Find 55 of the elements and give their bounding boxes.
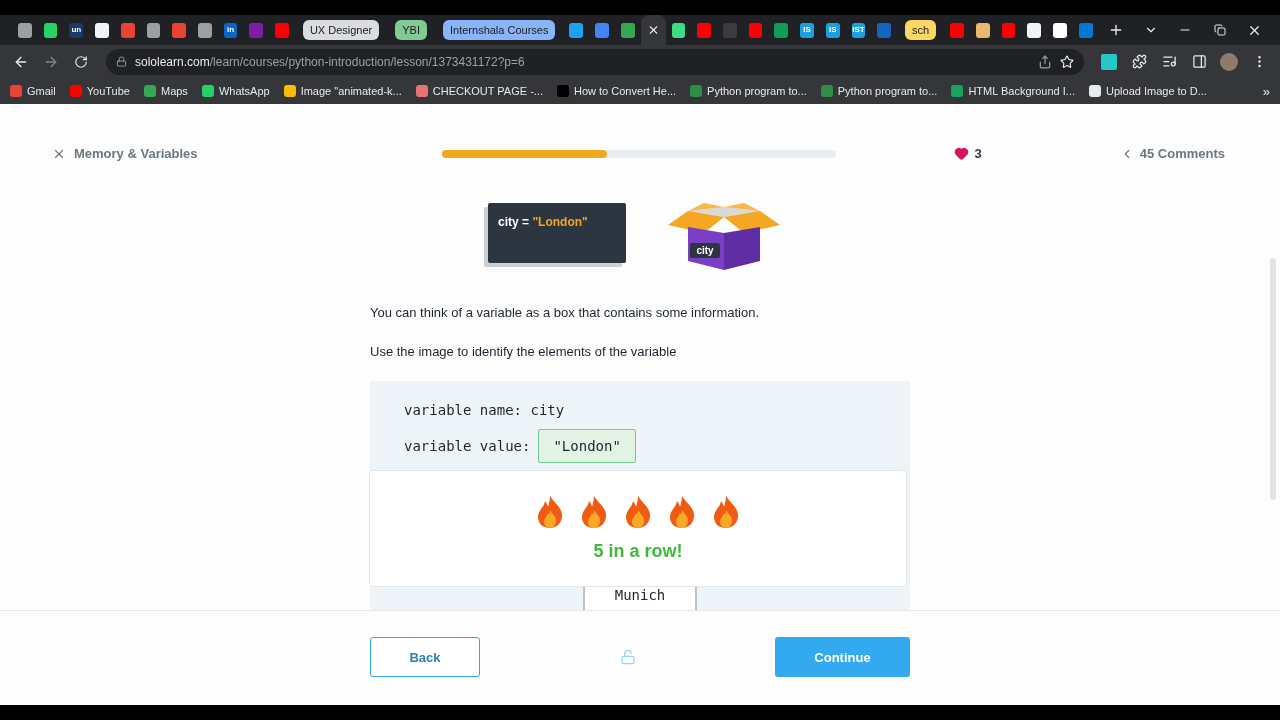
url-text: sololearn.com/learn/courses/python-introduction/lesson/1373431172?p=6 — [135, 54, 526, 69]
bookmark-star-icon[interactable] — [1060, 54, 1074, 69]
flame-icon — [580, 495, 608, 529]
tab-group-chip[interactable]: YBI — [395, 20, 427, 40]
favicon-icon: IS — [800, 22, 814, 38]
reload-icon[interactable] — [74, 54, 88, 69]
scrollbar-thumb[interactable] — [1270, 258, 1276, 500]
answer-chip[interactable]: "London" — [538, 429, 636, 463]
bookmark-item[interactable]: Maps — [143, 85, 188, 97]
lesson-title: Memory & Variables — [74, 146, 198, 161]
extension-logo-icon[interactable] — [1101, 53, 1117, 70]
tab-group-chip[interactable]: sch — [905, 20, 937, 40]
more-bookmarks[interactable]: » — [1262, 83, 1270, 99]
extensions-icon[interactable] — [1131, 54, 1147, 69]
lock-icon — [116, 56, 127, 67]
answer-option[interactable]: Munich — [583, 586, 697, 610]
favicon-icon: in — [223, 22, 238, 38]
tab-group-chip[interactable]: UX Designer — [302, 20, 380, 40]
tab-group-chip[interactable]: Internshala Courses — [443, 20, 556, 40]
bookmark-item[interactable]: CHECKOUT PAGE -... — [415, 85, 543, 97]
bookmark-item[interactable]: Upload Image to D... — [1089, 85, 1207, 97]
bookmark-item[interactable]: Python program to... — [690, 85, 807, 97]
bookmark-item[interactable]: Python program to... — [820, 85, 938, 97]
heart-icon — [953, 146, 969, 161]
browser-tab[interactable]: un — [63, 15, 90, 45]
restore-icon[interactable] — [1214, 24, 1227, 36]
lesson-text: You can think of a variable as a box that contains some information. — [370, 304, 761, 322]
back-button[interactable]: Back — [370, 637, 480, 677]
favicon-icon: un — [69, 22, 84, 38]
browser-tab[interactable] — [640, 15, 666, 45]
streak-message: 5 in a row! — [593, 541, 683, 562]
code-label: variable value: — [404, 438, 531, 454]
lives-count: 3 — [974, 146, 982, 161]
bookmark-item[interactable]: HTML Background I... — [951, 85, 1075, 97]
lesson-text: Use the image to identify the elements of the variable — [370, 343, 678, 361]
flame-icon — [536, 495, 564, 529]
profile-avatar-icon[interactable] — [1220, 52, 1238, 71]
address-bar[interactable]: sololearn.com/learn/courses/python-introduction/lesson/1373431172?p=6 — [106, 48, 1084, 75]
favicon-icon: IST — [851, 22, 866, 38]
flame-icon — [712, 495, 740, 529]
bookmark-item[interactable]: How to Convert He... — [557, 85, 677, 97]
bookmark-item[interactable]: Image "animated-k... — [283, 85, 402, 97]
share-icon[interactable] — [1038, 54, 1052, 69]
side-panel-icon[interactable] — [1191, 54, 1207, 69]
flame-icon — [668, 495, 696, 529]
code-text: variable name: city — [404, 402, 565, 418]
bookmark-item[interactable]: YouTube — [69, 85, 130, 97]
favicon-icon: IS — [825, 22, 840, 38]
bookmark-item[interactable]: Gmail — [10, 85, 56, 97]
media-icon[interactable] — [1161, 54, 1177, 69]
flame-icon — [624, 495, 652, 529]
box-drawing: city — [668, 203, 780, 270]
bookmark-item[interactable]: WhatsApp — [201, 85, 270, 97]
browser-tab[interactable]: in — [217, 15, 244, 45]
comments-label[interactable]: 45 Comments — [1139, 146, 1225, 161]
